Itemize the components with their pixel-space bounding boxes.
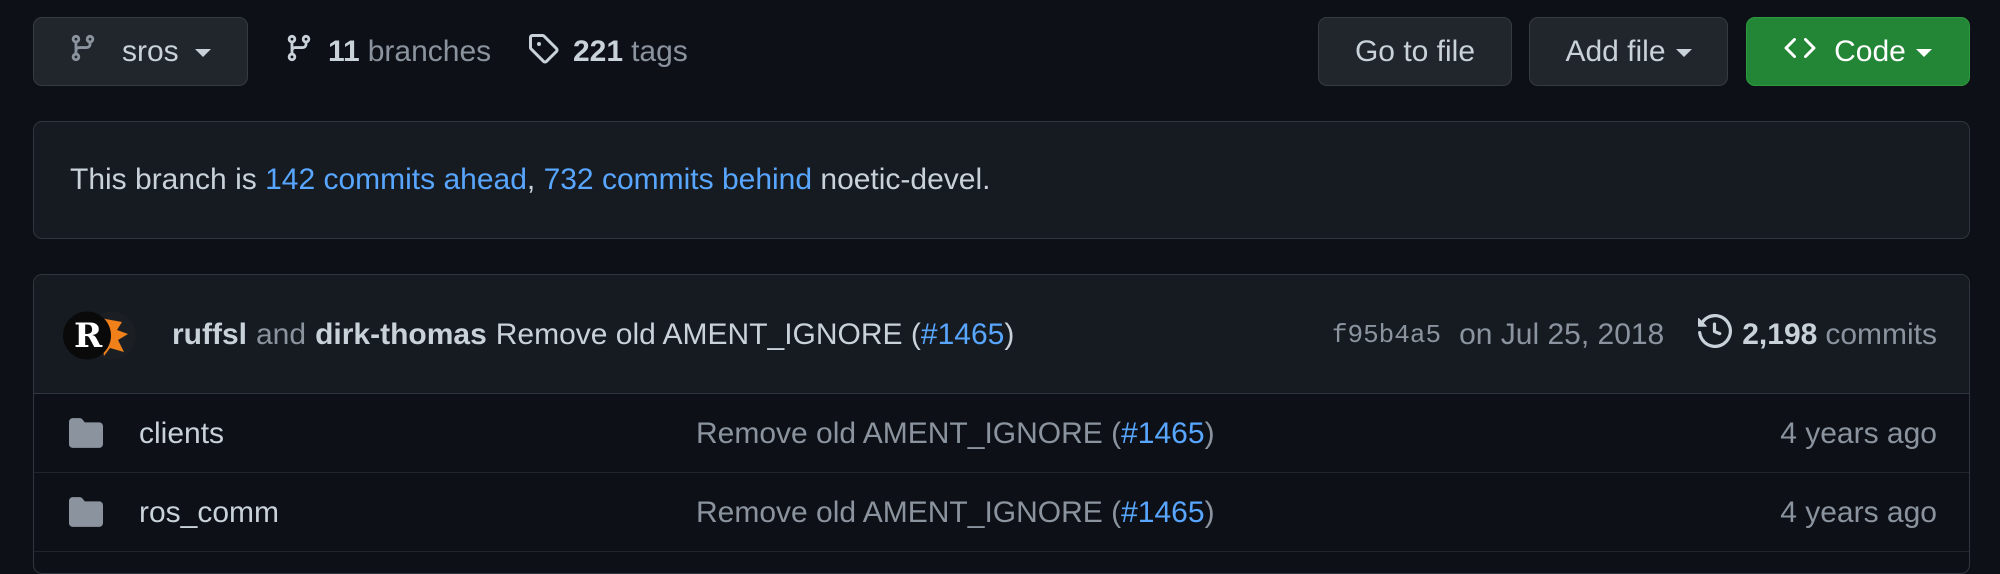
- file-name-link[interactable]: ros_comm: [139, 473, 279, 552]
- commit-count: 2,198: [1742, 317, 1818, 351]
- folder-icon: [68, 416, 104, 458]
- branches-label: branches: [367, 34, 492, 68]
- git-branch-icon: [68, 31, 98, 73]
- close-paren: ): [1004, 317, 1015, 351]
- banner-separator: ,: [526, 163, 544, 196]
- folder-icon: [68, 495, 104, 537]
- branch-comparison-banner: This branch is 142 commits ahead , 732 c…: [33, 121, 1970, 239]
- file-name-link[interactable]: clients: [139, 394, 224, 473]
- tags-label: tags: [631, 34, 688, 68]
- branch-name: sros: [122, 34, 179, 68]
- avatar-group[interactable]: R: [62, 310, 138, 361]
- commit-coauthor-link[interactable]: dirk-thomas: [315, 318, 487, 352]
- git-branch-icon: [284, 31, 314, 73]
- branch-select-button[interactable]: sros: [33, 17, 248, 86]
- code-button[interactable]: Code: [1746, 17, 1970, 86]
- branches-link[interactable]: 11 branches: [284, 17, 491, 86]
- caret-down-icon: [1915, 48, 1932, 57]
- file-age: 4 years ago: [1780, 495, 1937, 529]
- commit-message-text[interactable]: Remove old AMENT_IGNORE (: [496, 318, 921, 352]
- caret-down-icon: [1675, 48, 1692, 57]
- banner-prefix: This branch is: [70, 163, 266, 196]
- and-text: and: [256, 317, 307, 351]
- commit-sha-link[interactable]: f95b4a5: [1332, 320, 1441, 350]
- file-commit-text: Remove old AMENT_IGNORE (: [696, 495, 1122, 529]
- file-age: 4 years ago: [1780, 416, 1937, 450]
- svg-text:R: R: [74, 316, 103, 356]
- file-row: clients Remove old AMENT_IGNORE ( #1465 …: [34, 394, 1969, 473]
- latest-commit-row: R ruffsl and dirk-thomas Remove old AMEN…: [34, 275, 1969, 394]
- tag-icon: [527, 31, 559, 73]
- close-paren: ): [1204, 416, 1215, 450]
- commits-behind-link[interactable]: 732 commits behind: [544, 163, 812, 197]
- pr-link[interactable]: #1465: [1121, 496, 1204, 530]
- file-browser: R ruffsl and dirk-thomas Remove old AMEN…: [33, 274, 1970, 574]
- branches-count: 11: [328, 34, 360, 68]
- file-row: ros_comm Remove old AMENT_IGNORE ( #1465…: [34, 473, 1969, 552]
- file-commit-message[interactable]: Remove old AMENT_IGNORE ( #1465 ): [696, 473, 1215, 552]
- commits-ahead-link[interactable]: 142 commits ahead: [265, 163, 527, 197]
- commit-meta: f95b4a5 on Jul 25, 2018 2,198 commits: [1332, 275, 1937, 394]
- close-paren: ): [1204, 495, 1215, 529]
- code-label: Code: [1834, 34, 1906, 68]
- banner-suffix: noetic-devel.: [812, 163, 991, 196]
- tags-count: 221: [573, 34, 624, 68]
- repo-toolbar: sros 11 branches 221 tags Go to file Add…: [33, 17, 1970, 86]
- pr-link[interactable]: #1465: [1121, 417, 1204, 451]
- commits-history-link[interactable]: 2,198 commits: [1698, 313, 1937, 356]
- code-icon: [1784, 32, 1816, 72]
- add-file-label: Add file: [1565, 34, 1666, 68]
- go-to-file-button[interactable]: Go to file: [1318, 17, 1512, 86]
- tags-link[interactable]: 221 tags: [527, 17, 688, 86]
- add-file-button[interactable]: Add file: [1529, 17, 1728, 86]
- go-to-file-label: Go to file: [1354, 34, 1476, 68]
- file-commit-message[interactable]: Remove old AMENT_IGNORE ( #1465 ): [696, 394, 1215, 473]
- history-icon: [1698, 313, 1733, 356]
- caret-down-icon: [194, 48, 211, 57]
- commit-author-link[interactable]: ruffsl: [172, 318, 247, 352]
- pr-link[interactable]: #1465: [921, 318, 1004, 352]
- commit-message: ruffsl and dirk-thomas Remove old AMENT_…: [172, 275, 1014, 394]
- commits-label: commits: [1825, 317, 1937, 351]
- file-commit-text: Remove old AMENT_IGNORE (: [696, 416, 1122, 450]
- commit-date: on Jul 25, 2018: [1459, 317, 1665, 351]
